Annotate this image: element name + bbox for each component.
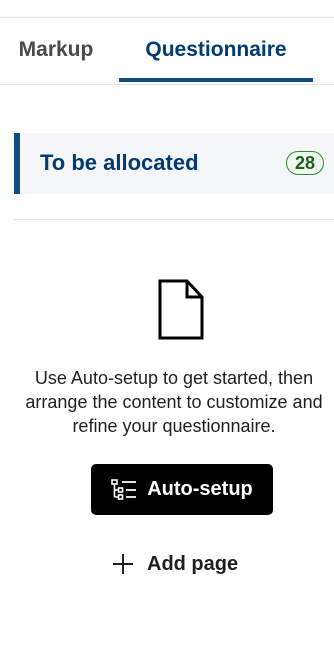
- tab-questionnaire[interactable]: Questionnaire: [119, 18, 313, 82]
- auto-setup-button[interactable]: Auto-setup: [91, 464, 273, 515]
- tab-markup[interactable]: Markup: [0, 18, 112, 82]
- section-divider: [14, 219, 334, 220]
- count-badge: 28: [286, 151, 324, 175]
- add-page-button[interactable]: Add page: [112, 547, 238, 581]
- auto-setup-label: Auto-setup: [147, 478, 253, 500]
- questionnaire-panel: Markup Questionnaire To be allocated 28 …: [0, 0, 334, 669]
- tree-list-icon: [111, 478, 137, 500]
- plus-icon: [113, 554, 133, 574]
- to-be-allocated-section[interactable]: To be allocated 28: [14, 133, 334, 194]
- document-icon: [158, 279, 204, 340]
- to-be-allocated-title: To be allocated: [40, 150, 199, 175]
- tab-bar: Markup Questionnaire: [0, 18, 334, 85]
- empty-state-message: Use Auto-setup to get started, then arra…: [25, 368, 323, 436]
- add-page-label: Add page: [147, 552, 239, 575]
